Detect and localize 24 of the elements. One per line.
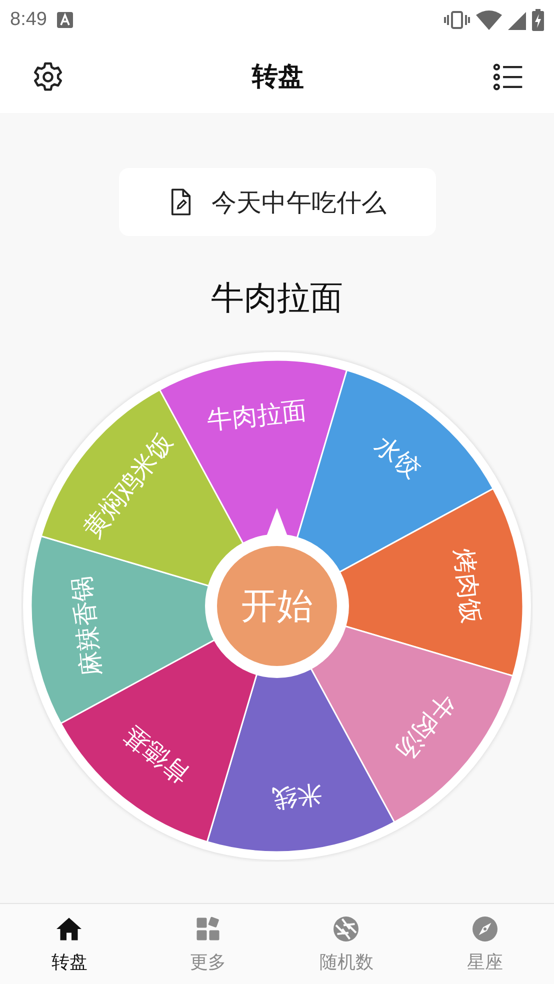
segment-label: 肯德基 bbox=[118, 720, 195, 790]
segment-label: 麻辣香锅 bbox=[66, 574, 106, 678]
segment-label: 烤肉饭 bbox=[449, 547, 486, 625]
wifi-icon bbox=[476, 10, 502, 30]
segment-label: 牛肉拉面 bbox=[206, 396, 308, 436]
question-text: 今天中午吃什么 bbox=[212, 186, 386, 218]
segment-label: 黄焖鸡米饭 bbox=[77, 428, 179, 544]
status-time: 8:49 bbox=[10, 9, 47, 31]
start-button[interactable]: 开始 bbox=[217, 546, 337, 666]
segment-label: 牛肉汤 bbox=[391, 688, 461, 765]
nav-tab[interactable]: 转盘 bbox=[0, 904, 138, 984]
signal-icon bbox=[508, 10, 526, 30]
battery-icon bbox=[532, 9, 544, 31]
page-title: 转盘 bbox=[252, 61, 304, 94]
nav-tab[interactable]: 随机数 bbox=[277, 904, 416, 984]
nav-tab[interactable]: 更多 bbox=[138, 904, 277, 984]
vibrate-icon bbox=[444, 10, 470, 30]
segment-label: 水饺 bbox=[369, 430, 426, 484]
question-card[interactable]: 今天中午吃什么 bbox=[118, 168, 436, 236]
keyboard-notification-icon bbox=[56, 12, 73, 28]
nav-tab[interactable]: 星座 bbox=[416, 904, 554, 984]
compass-icon bbox=[470, 914, 500, 944]
result-text: 牛肉拉面 bbox=[211, 277, 343, 319]
segment-label: 米线 bbox=[270, 780, 324, 814]
